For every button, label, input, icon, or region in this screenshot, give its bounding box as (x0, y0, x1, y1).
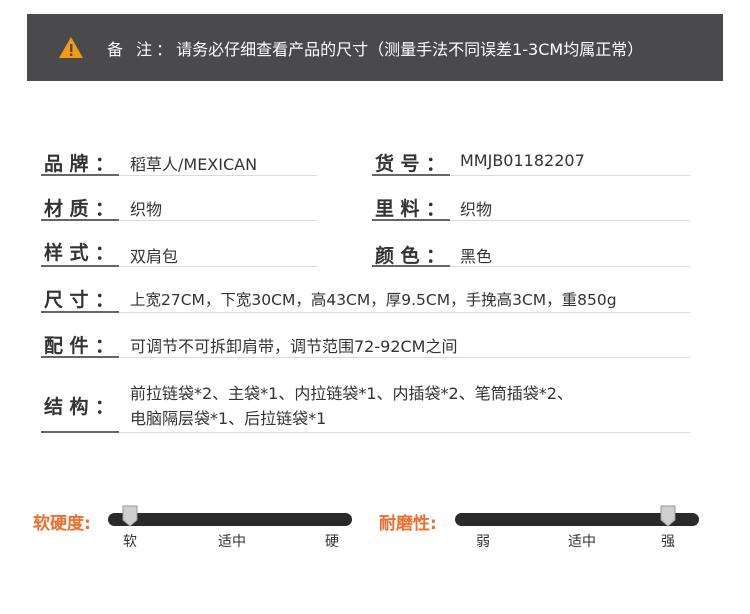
brand-label: 品牌： (44, 153, 114, 175)
size-value: 上宽27CM，下宽30CM，高43CM，厚9.5CM，手挽高3CM，重850g (130, 291, 617, 309)
durability-tick-weak: 弱 (476, 534, 490, 550)
size-label-underline (41, 311, 119, 313)
softness-label: 软硬度: (33, 514, 91, 534)
durability-tick-strong: 强 (661, 534, 675, 550)
lining-underline (450, 220, 690, 221)
style-label-underline (41, 265, 119, 267)
size-underline (119, 312, 690, 313)
color-underline (450, 266, 690, 267)
item-number-label-underline (372, 174, 450, 176)
brand-label-underline (41, 174, 119, 176)
structure-underline (119, 432, 690, 433)
durability-label: 耐磨性: (379, 514, 437, 534)
brand-underline (119, 175, 317, 176)
notice-text: 请务必仔细查看产品的尺寸（测量手法不同误差1-3CM均属正常） (176, 39, 644, 59)
lining-value: 织物 (460, 200, 493, 219)
material-label: 材质： (44, 198, 114, 220)
softness-tick-medium: 适中 (218, 534, 246, 550)
material-underline (119, 220, 317, 221)
color-value: 黑色 (460, 247, 493, 266)
structure-value-line1: 前拉链袋*2、主袋*1、内拉链袋*1、内插袋*2、笔筒插袋*2、 (130, 384, 573, 403)
style-value: 双肩包 (130, 247, 179, 266)
notice-label: 备 注： (107, 39, 177, 59)
style-label: 样式： (44, 242, 114, 264)
structure-label: 结构： (44, 396, 114, 418)
warning-icon (59, 37, 83, 58)
material-label-underline (41, 219, 119, 221)
accessories-underline (119, 357, 690, 358)
color-label: 颜色： (375, 245, 445, 267)
item-number-value: MMJB01182207 (460, 151, 585, 170)
softness-tick-soft: 软 (123, 534, 137, 550)
lining-label-underline (372, 219, 450, 221)
color-label-underline (372, 265, 450, 267)
softness-thumb[interactable] (122, 505, 138, 527)
accessories-label: 配件： (44, 335, 114, 357)
durability-tick-medium: 适中 (568, 534, 596, 550)
material-value: 织物 (130, 200, 163, 219)
lining-label: 里料： (375, 198, 445, 220)
softness-tick-hard: 硬 (325, 534, 339, 550)
item-number-underline (450, 175, 690, 176)
durability-thumb[interactable] (660, 505, 676, 527)
brand-value: 稻草人/MEXICAN (130, 155, 258, 174)
structure-label-underline (41, 431, 119, 433)
size-label: 尺寸： (44, 289, 114, 311)
notice-bar: 备 注： 请务必仔细查看产品的尺寸（测量手法不同误差1-3CM均属正常） (27, 14, 723, 81)
structure-value-line2: 电脑隔层袋*1、后拉链袋*1 (130, 409, 327, 428)
accessories-label-underline (41, 356, 119, 358)
item-number-label: 货号： (375, 153, 445, 175)
softness-track (108, 513, 352, 526)
accessories-value: 可调节不可拆卸肩带，调节范围72-92CM之间 (130, 337, 458, 356)
style-underline (119, 266, 317, 267)
